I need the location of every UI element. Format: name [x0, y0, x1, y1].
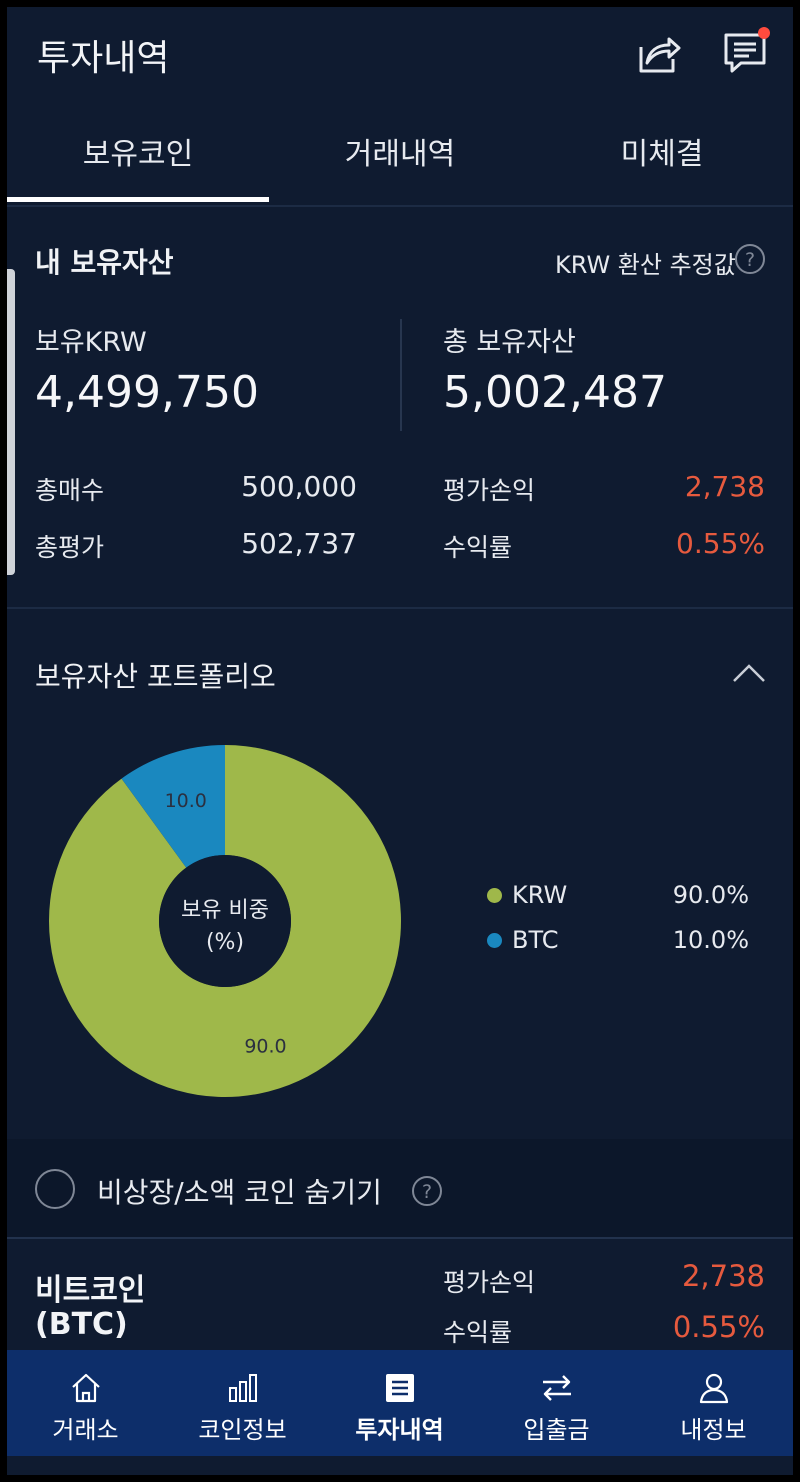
legend-name-btc: BTC: [512, 926, 559, 954]
pnl-label: 평가손익: [443, 476, 536, 505]
header: 투자내역: [7, 7, 793, 107]
portfolio-donut-chart: 90.0 10.0 보유 비중 (%): [48, 745, 402, 1097]
svg-text:?: ?: [745, 249, 755, 271]
assets-title: 내 보유자산: [35, 246, 174, 279]
legend-pct-krw: 90.0%: [672, 881, 749, 909]
nav-investments-label: 투자내역: [355, 1416, 444, 1444]
bar-chart-icon: [229, 1374, 257, 1402]
krw-holding-label: 보유KRW: [35, 327, 147, 358]
page-title: 투자내역: [37, 38, 170, 79]
list-divider: [7, 1237, 793, 1239]
donut-center-unit: (%): [206, 930, 244, 955]
hide-small-coins-label: 비상장/소액 코인 숨기기: [97, 1176, 382, 1209]
svg-text:?: ?: [422, 1181, 432, 1203]
pnl-value: 2,738: [684, 470, 765, 503]
krw-estimate-label: KRW 환산 추정값: [555, 251, 736, 279]
tab-active-indicator: [7, 197, 269, 202]
assets-divider: [400, 319, 402, 431]
donut-center-title: 보유 비중: [181, 898, 269, 923]
total-assets-label: 총 보유자산: [443, 327, 576, 358]
nav-coin-info[interactable]: 코인정보: [164, 1350, 321, 1456]
home-icon: [72, 1373, 100, 1403]
nav-exchange[interactable]: 거래소: [7, 1350, 164, 1456]
donut-label-btc: 10.0: [165, 790, 207, 812]
transfer-arrows-icon: [543, 1375, 571, 1401]
coin-symbol[interactable]: (BTC): [35, 1307, 128, 1342]
tab-pending-orders[interactable]: 미체결: [531, 107, 793, 203]
nav-coin-info-label: 코인정보: [198, 1416, 287, 1444]
total-buy-label: 총매수: [35, 476, 105, 505]
drawer-handle[interactable]: [7, 269, 15, 575]
nav-investments[interactable]: 투자내역: [321, 1350, 478, 1456]
return-value: 0.55%: [676, 527, 765, 560]
legend-dot-btc: [487, 933, 502, 948]
hide-small-coins-row[interactable]: 비상장/소액 코인 숨기기 ?: [7, 1139, 793, 1239]
chevron-up-icon[interactable]: [731, 659, 767, 685]
total-assets-value: 5,002,487: [443, 367, 667, 418]
nav-my-info[interactable]: 내정보: [635, 1350, 792, 1456]
legend-name-krw: KRW: [512, 881, 568, 909]
total-eval-label: 총평가: [35, 533, 105, 562]
tab-trade-history[interactable]: 거래내역: [269, 107, 531, 203]
total-buy-value: 500,000: [241, 470, 357, 503]
tab-bar: 보유코인 거래내역 미체결: [7, 107, 793, 207]
notification-badge: [758, 27, 770, 39]
document-icon: [386, 1374, 414, 1402]
nav-deposit-withdraw-label: 입출금: [523, 1416, 590, 1444]
krw-holding-value: 4,499,750: [35, 367, 259, 418]
legend-dot-krw: [487, 888, 502, 903]
coin-pnl-label: 평가손익: [443, 1268, 536, 1297]
section-divider: [7, 607, 793, 609]
app-screen: 투자내역 보유코인 거래내역 미체결 내 보유자산 KRW 환산 추정값 ? 보…: [7, 7, 793, 1475]
donut-label-krw: 90.0: [244, 1036, 286, 1058]
nav-my-info-label: 내정보: [680, 1416, 747, 1444]
total-eval-value: 502,737: [241, 527, 357, 560]
coin-return-value: 0.55%: [672, 1310, 765, 1344]
user-icon: [699, 1373, 729, 1404]
coin-return-label: 수익률: [443, 1318, 513, 1347]
legend-pct-btc: 10.0%: [672, 926, 749, 954]
nav-deposit-withdraw[interactable]: 입출금: [478, 1350, 635, 1456]
coin-pnl-value: 2,738: [681, 1259, 765, 1293]
help-icon[interactable]: ?: [411, 1175, 443, 1207]
portfolio-title: 보유자산 포트폴리오: [35, 660, 276, 693]
share-icon[interactable]: [633, 29, 681, 77]
return-label: 수익률: [443, 533, 513, 562]
help-icon[interactable]: ?: [734, 243, 766, 275]
coin-name[interactable]: 비트코인: [35, 1265, 145, 1309]
bottom-nav: 거래소 코인정보 투자내역 입출금 내정보: [7, 1350, 793, 1456]
nav-exchange-label: 거래소: [52, 1416, 119, 1444]
tab-holdings[interactable]: 보유코인: [7, 107, 269, 203]
hide-small-coins-radio[interactable]: [35, 1169, 75, 1209]
